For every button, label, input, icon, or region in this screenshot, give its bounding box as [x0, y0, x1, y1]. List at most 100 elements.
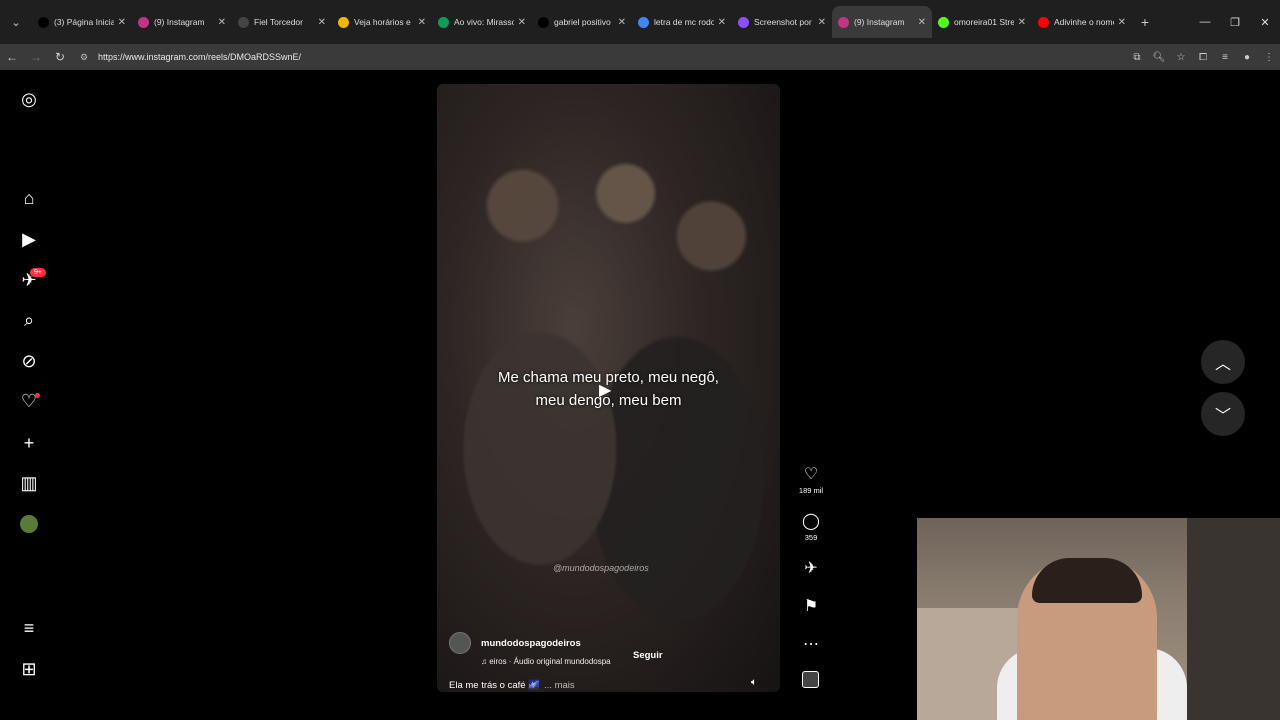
site-info-icon[interactable]: ⚙ [80, 52, 94, 63]
browser-tab[interactable]: letra de mc rodolfinho ✕ [632, 6, 732, 38]
close-tab-icon[interactable]: ✕ [318, 17, 326, 28]
instagram-icon [138, 16, 149, 28]
site-icon [238, 16, 249, 28]
tab-title: gabriel positivo [554, 17, 611, 27]
share-button[interactable]: ✈ [797, 558, 825, 578]
author-name[interactable]: mundodospagodeiros [481, 638, 581, 649]
bookmark-icon: ⚑ [803, 598, 819, 615]
comment-count: 359 [804, 533, 818, 542]
tab-title: (9) Instagram [854, 17, 905, 27]
profile-avatar[interactable] [18, 513, 40, 535]
url-field[interactable]: ⚙ https://www.instagram.com/reels/DMOaRD… [80, 46, 1118, 68]
tab-title: Adivinhe o nome [1054, 17, 1114, 27]
like-count: 189 mil [798, 486, 824, 495]
volume-icon[interactable]: 🔈︎ [751, 677, 757, 688]
browser-tab[interactable]: Adivinhe o nome ✕ [1032, 6, 1132, 38]
browser-tab[interactable]: Fiel Torcedor ✕ [232, 6, 332, 38]
browser-tab[interactable]: (9) Instagram ✕ [832, 6, 932, 38]
profile-icon[interactable]: ● [1236, 52, 1258, 63]
address-bar-row: ← → ↻ ⚙ https://www.instagram.com/reels/… [0, 44, 1280, 70]
browser-tab[interactable]: omoreira01 Stream ✕ [932, 6, 1032, 38]
save-button[interactable]: ⚑ [797, 596, 825, 616]
browser-tab[interactable]: Veja horários e ✕ [332, 6, 432, 38]
forward-button[interactable]: → [24, 50, 48, 64]
audio-thumbnail[interactable] [802, 671, 819, 688]
audio-info[interactable]: ♫ eiros · Áudio original mundodospa [481, 657, 611, 666]
home-icon[interactable]: ⌂ [18, 187, 40, 209]
tab-title: omoreira01 Stream [954, 17, 1014, 27]
browser-tab[interactable]: (3) Página Inicial ✕ [32, 6, 132, 38]
new-tab-button[interactable]: + [1132, 14, 1158, 30]
browser-tab[interactable]: Screenshot por ✕ [732, 6, 832, 38]
close-tab-icon[interactable]: ✕ [918, 17, 926, 28]
google-icon [638, 16, 649, 28]
also-from-meta-icon[interactable]: ⊞ [18, 658, 40, 680]
description-text: Ela me trás o café 🌌 [449, 680, 541, 691]
search-icon[interactable]: ⌕ [18, 309, 40, 331]
close-tab-icon[interactable]: ✕ [718, 17, 726, 28]
feather-icon [738, 16, 749, 28]
zoom-icon[interactable]: 🔍︎ [1148, 52, 1170, 63]
menu-icon[interactable]: ⋮ [1258, 52, 1280, 63]
extensions-icon[interactable]: ⧠ [1192, 52, 1214, 63]
close-tab-icon[interactable]: ✕ [118, 17, 126, 28]
webcam-overlay [917, 518, 1280, 720]
browser-tab[interactable]: (9) Instagram ✕ [132, 6, 232, 38]
notification-dot [35, 393, 40, 398]
x-logo-icon [38, 16, 49, 28]
reels-icon[interactable]: ▶ [18, 228, 40, 250]
youtube-icon [1038, 16, 1049, 28]
bookmark-star-icon[interactable]: ☆ [1170, 52, 1192, 63]
browser-tab-bar: ⌄ (3) Página Inicial ✕ (9) Instagram ✕ Fiel … [0, 0, 1280, 44]
tab-title: Screenshot por [754, 17, 812, 27]
comment-button[interactable]: ◯ 359 [797, 511, 825, 542]
reading-list-icon[interactable]: ≡ [1214, 52, 1236, 63]
tab-title: Veja horários e [354, 17, 411, 27]
chrome-icon [338, 16, 349, 28]
share-icon: ✈ [804, 560, 818, 577]
reel-description: Ela me trás o café 🌌... mais [449, 680, 575, 691]
tab-title: (3) Página Inicial [54, 17, 114, 27]
close-tab-icon[interactable]: ✕ [218, 17, 226, 28]
tab-title: (9) Instagram [154, 17, 205, 27]
back-button[interactable]: ← [0, 50, 24, 64]
close-tab-icon[interactable]: ✕ [818, 17, 826, 28]
create-icon[interactable]: + [18, 432, 40, 454]
heart-icon: ♡ [803, 466, 819, 483]
kick-icon [938, 16, 949, 28]
install-app-icon[interactable]: ⧉ [1126, 52, 1148, 63]
browser-tab[interactable]: gabriel positivo ✕ [532, 6, 632, 38]
next-reel-button[interactable]: ﹀ [1201, 392, 1245, 436]
close-tab-icon[interactable]: ✕ [418, 17, 426, 28]
reel-video[interactable]: Me chama meu preto, meu negô, meu dengo,… [437, 84, 780, 692]
close-tab-icon[interactable]: ✕ [1018, 17, 1026, 28]
explore-icon[interactable]: ⊘ [18, 350, 40, 372]
browser-tab[interactable]: Ao vivo: Mirassol ✕ [432, 6, 532, 38]
tab-search-button[interactable]: ⌄ [0, 8, 32, 36]
more-menu-icon[interactable]: ≡ [18, 617, 40, 639]
url-text: https://www.instagram.com/reels/DMOaRDSS… [98, 52, 302, 62]
video-watermark: @mundodospagodeiros [553, 563, 649, 573]
close-tab-icon[interactable]: ✕ [618, 17, 626, 28]
instagram-logo-icon[interactable]: ◎ [18, 88, 40, 110]
ellipsis-icon: ⋯ [803, 636, 819, 653]
tab-title: Ao vivo: Mirassol [454, 17, 514, 27]
instagram-sidebar: ◎ ⌂ ▶ ✈ 9+ ⌕ ⊘ ♡ + ▥ ≡ ⊞ [0, 72, 58, 704]
play-icon[interactable]: ▶ [599, 380, 611, 400]
follow-button[interactable]: Seguir [633, 650, 663, 661]
dashboard-icon[interactable]: ▥ [18, 472, 40, 494]
minimize-button[interactable]: — [1190, 16, 1220, 28]
reload-button[interactable]: ↻ [48, 50, 72, 64]
messages-badge: 9+ [30, 268, 46, 277]
maximize-button[interactable]: ❐ [1220, 16, 1250, 29]
previous-reel-button[interactable]: ︿ [1201, 340, 1245, 384]
tab-title: letra de mc rodolfinho [654, 17, 714, 27]
more-options-button[interactable]: ⋯ [797, 634, 825, 654]
close-window-button[interactable]: ✕ [1250, 16, 1280, 29]
instagram-icon [838, 16, 849, 28]
like-button[interactable]: ♡ 189 mil [797, 464, 825, 495]
close-tab-icon[interactable]: ✕ [1118, 17, 1126, 28]
close-tab-icon[interactable]: ✕ [518, 17, 526, 28]
more-link[interactable]: ... mais [544, 680, 575, 691]
author-avatar[interactable] [449, 632, 471, 654]
